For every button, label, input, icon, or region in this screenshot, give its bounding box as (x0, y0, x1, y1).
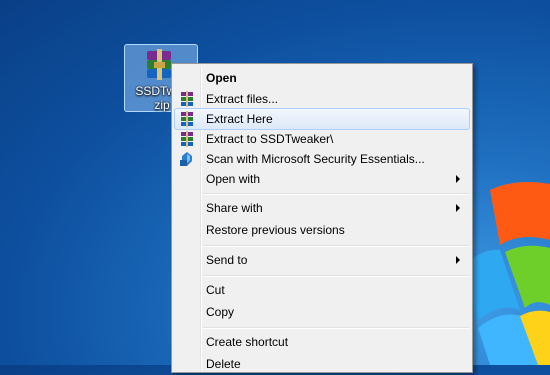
menu-separator (203, 193, 469, 195)
menu-item-extract-to-folder[interactable]: Extract to SSDTweaker\ (174, 128, 470, 150)
chevron-right-icon (456, 256, 460, 264)
chevron-right-icon (456, 204, 460, 212)
menu-item-send-to[interactable]: Send to (174, 249, 470, 271)
chevron-right-icon (456, 175, 460, 183)
menu-item-delete[interactable]: Delete (174, 353, 470, 375)
menu-item-copy[interactable]: Copy (174, 301, 470, 323)
menu-item-share-with[interactable]: Share with (174, 197, 470, 219)
winrar-icon (181, 111, 193, 127)
menu-separator (203, 275, 469, 277)
menu-item-extract-here[interactable]: Extract Here (174, 108, 470, 130)
windows-logo (462, 182, 550, 365)
menu-separator (203, 327, 469, 329)
file-label-line2: zip (154, 98, 170, 112)
winrar-icon (181, 91, 193, 107)
winrar-icon (181, 131, 193, 147)
menu-separator (203, 245, 469, 247)
menu-item-extract-files[interactable]: Extract files... (174, 88, 470, 110)
menu-item-create-shortcut[interactable]: Create shortcut (174, 331, 470, 353)
menu-item-open[interactable]: Open (174, 67, 470, 89)
menu-item-open-with[interactable]: Open with (174, 168, 470, 190)
menu-item-cut[interactable]: Cut (174, 279, 470, 301)
menu-item-restore-previous-versions[interactable]: Restore previous versions (174, 219, 470, 241)
menu-item-scan-mse[interactable]: Scan with Microsoft Security Essentials.… (174, 148, 470, 170)
context-menu: Open Extract files... Extract Here Extra… (171, 63, 473, 373)
security-essentials-icon (180, 152, 192, 166)
